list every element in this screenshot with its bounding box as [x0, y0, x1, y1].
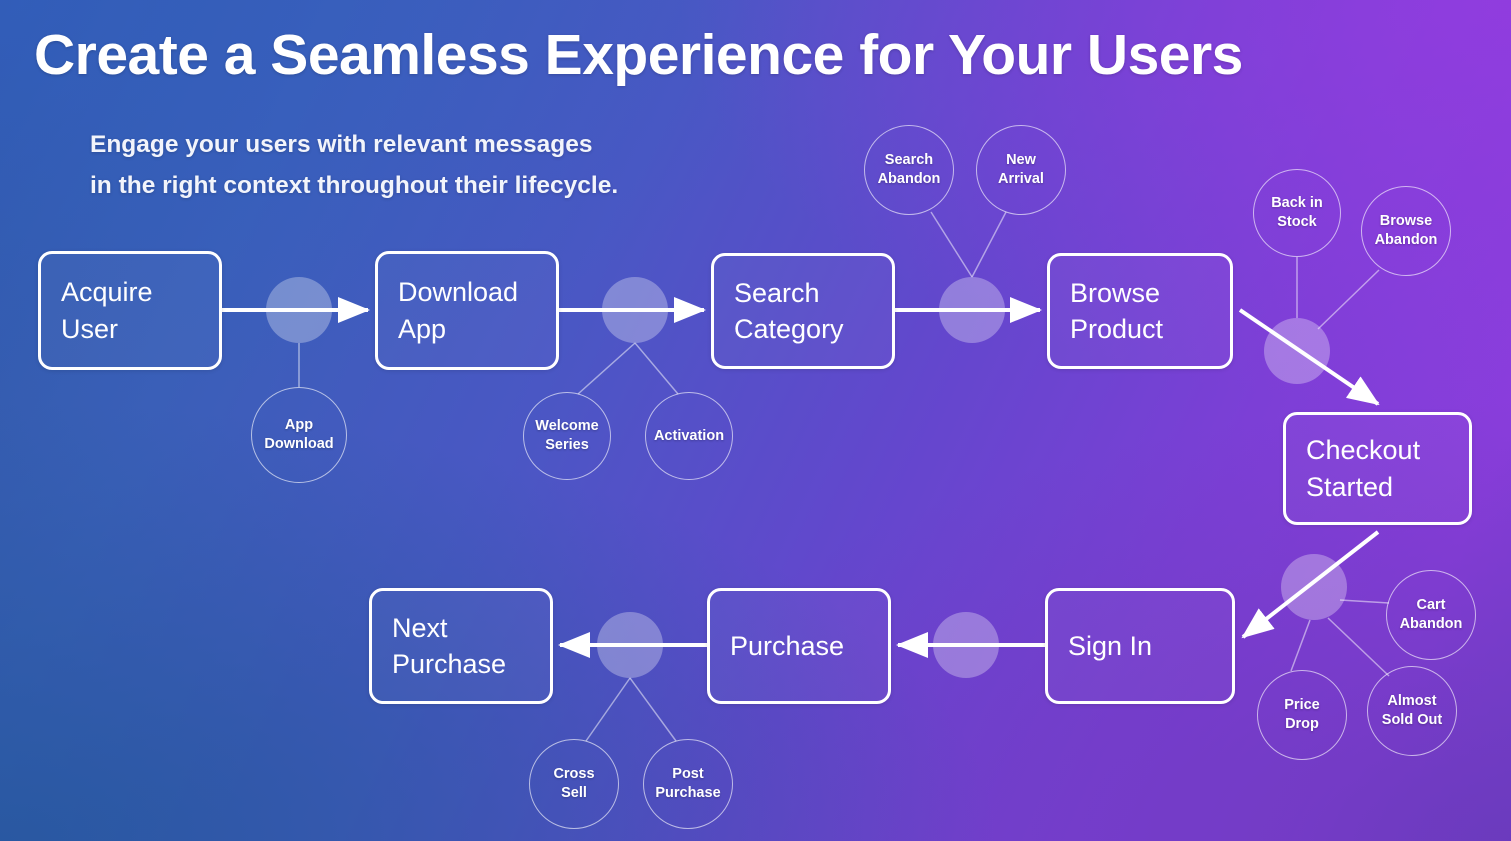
campaign-label-line-2: Abandon	[1374, 232, 1438, 248]
stage-label-line-2: Product	[1070, 314, 1164, 344]
stage-label-line-2: Category	[734, 314, 844, 344]
hub-checkout-signin	[1281, 554, 1347, 620]
campaign-bubble-price-drop[interactable]: Price Drop	[1257, 670, 1347, 760]
hub-download-search	[602, 277, 668, 343]
campaign-label-line-1: Activation	[653, 427, 725, 444]
campaign-bubble-new-arrival[interactable]: New Arrival	[976, 125, 1066, 215]
hub-browse-checkout	[1264, 318, 1330, 384]
stage-node-acquire-user[interactable]: Acquire User	[38, 251, 222, 370]
campaign-label-line-2: Download	[264, 436, 334, 452]
stage-label-line-1: Purchase	[730, 630, 845, 661]
stage-label-line-1: Browse	[1070, 277, 1161, 308]
campaign-label-line-2: Stock	[1277, 214, 1317, 230]
campaign-label-line-1: App	[284, 417, 314, 434]
stage-label-line-1: Next	[392, 612, 448, 643]
campaign-label-line-1: Cross	[553, 766, 595, 783]
campaign-bubble-welcome-series[interactable]: Welcome Series	[523, 392, 611, 480]
tether-cross-sell	[585, 677, 631, 742]
campaign-label-line-1: New	[1006, 152, 1036, 169]
stage-label-line-2: Purchase	[392, 649, 507, 679]
campaign-label-line-1: Price	[1284, 697, 1320, 714]
tether-browse-abandon	[1317, 269, 1380, 330]
campaign-label-line-2: Drop	[1285, 716, 1319, 732]
campaign-bubble-almost-sold-out[interactable]: Almost Sold Out	[1367, 666, 1457, 756]
stage-label-line-1: Search	[734, 277, 820, 308]
campaign-label-line-1: Back in	[1271, 195, 1323, 212]
stage-node-download-app[interactable]: Download App	[375, 251, 559, 370]
tether-search-abandon	[930, 211, 973, 278]
stage-node-checkout-started[interactable]: Checkout Started	[1283, 412, 1472, 525]
tether-price-drop	[1290, 619, 1311, 672]
stage-label-line-1: Acquire	[61, 277, 153, 308]
stage-label-line-2: User	[61, 313, 119, 344]
campaign-label-line-2: Series	[545, 437, 589, 453]
campaign-label-line-2: Abandon	[877, 171, 941, 187]
campaign-label-line-2: Purchase	[655, 785, 721, 801]
stage-node-purchase[interactable]: Purchase	[707, 588, 891, 704]
stage-node-search-category[interactable]: Search Category	[711, 253, 895, 369]
page-title: Create a Seamless Experience for Your Us…	[34, 23, 1243, 87]
campaign-label-line-1: Browse	[1379, 213, 1433, 230]
tether-activation	[634, 342, 679, 395]
stage-label-line-2: App	[398, 313, 447, 344]
campaign-bubble-browse-abandon[interactable]: Browse Abandon	[1361, 186, 1451, 276]
stage-node-browse-product[interactable]: Browse Product	[1047, 253, 1233, 369]
campaign-label-line-2: Sold Out	[1381, 712, 1443, 728]
campaign-label-line-1: Welcome	[535, 418, 599, 435]
campaign-bubble-activation[interactable]: Activation	[645, 392, 733, 480]
campaign-bubble-back-in-stock[interactable]: Back in Stock	[1253, 169, 1341, 257]
tether-post-purchase	[629, 677, 677, 742]
tether-welcome-series	[577, 342, 636, 395]
campaign-bubble-search-abandon[interactable]: Search Abandon	[864, 125, 954, 215]
hub-acquire-download	[266, 277, 332, 343]
stage-label-line-2: Started	[1306, 471, 1394, 502]
tether-almost-sold-out	[1327, 617, 1390, 677]
campaign-label-line-1: Search	[884, 152, 934, 169]
subtitle-line-1: Engage your users with relevant messages	[90, 131, 593, 158]
campaign-label-line-2: Sell	[561, 785, 587, 801]
campaign-label-line-1: Cart	[1416, 597, 1446, 614]
campaign-bubble-post-purchase[interactable]: Post Purchase	[643, 739, 733, 829]
stage-label-line-1: Download	[398, 277, 519, 308]
campaign-bubble-cart-abandon[interactable]: Cart Abandon	[1386, 570, 1476, 660]
campaign-bubble-app-download[interactable]: App Download	[251, 387, 347, 483]
campaign-bubble-cross-sell[interactable]: Cross Sell	[529, 739, 619, 829]
hub-signin-purchase	[933, 612, 999, 678]
hub-purchase-next	[597, 612, 663, 678]
tether-new-arrival	[971, 211, 1007, 278]
campaign-label-line-2: Abandon	[1399, 616, 1463, 632]
stage-node-next-purchase[interactable]: Next Purchase	[369, 588, 553, 704]
page-subtitle: Engage your users with relevant messages…	[90, 124, 618, 206]
tether-cart-abandon	[1339, 599, 1390, 604]
lifecycle-diagram-canvas: Create a Seamless Experience for Your Us…	[0, 0, 1511, 841]
stage-node-sign-in[interactable]: Sign In	[1045, 588, 1235, 704]
hub-search-browse	[939, 277, 1005, 343]
stage-label-line-1: Checkout	[1306, 435, 1421, 466]
subtitle-line-2: in the right context throughout their li…	[90, 172, 619, 200]
campaign-label-line-1: Almost	[1387, 693, 1437, 710]
campaign-label-line-2: Arrival	[998, 171, 1044, 187]
stage-label-line-1: Sign In	[1068, 630, 1153, 661]
campaign-label-line-1: Post	[672, 766, 704, 783]
